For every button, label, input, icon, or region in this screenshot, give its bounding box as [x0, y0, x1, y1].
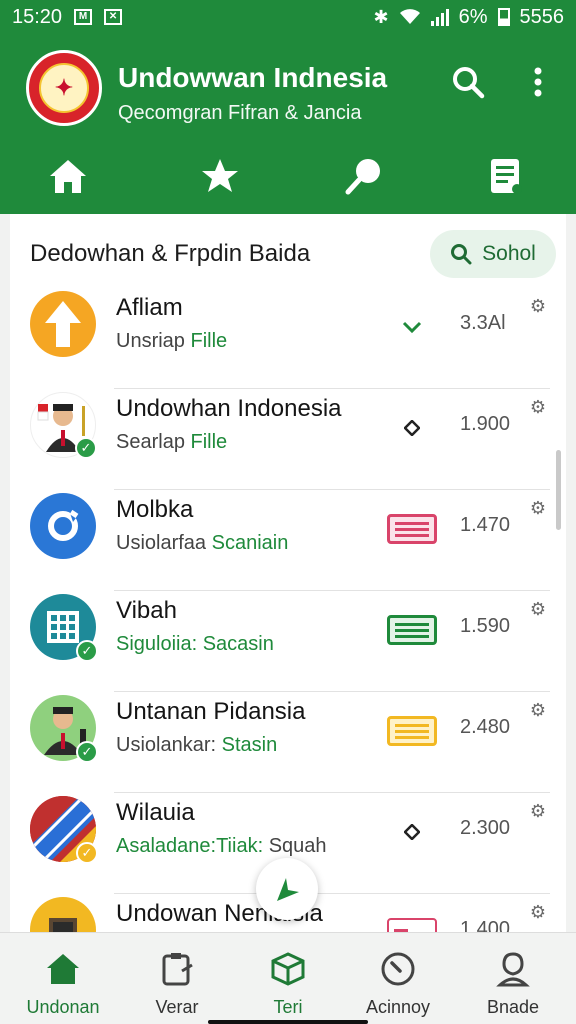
home-icon: [43, 949, 83, 989]
item-value: 1.470: [460, 514, 511, 536]
bottom-nav-bnade[interactable]: Bnade: [458, 933, 568, 1024]
document-status-icon[interactable]: [386, 918, 438, 932]
list-item[interactable]: ✓ Vibah Siguloiia: Sacasin 1.590 ⚙: [10, 591, 566, 692]
item-title: Vibah: [116, 597, 177, 624]
verified-badge-icon: ✓: [76, 640, 98, 662]
status-bar: 15:20 M ✕ ✱ 6% 5556: [0, 0, 576, 34]
item-title: Undowhan Indonesia: [116, 395, 342, 422]
item-value: 1.900: [460, 413, 511, 435]
section-title: Dedowhan & Frpdin Baida: [30, 240, 311, 267]
item-subtitle: Usiolarfaa Scaniain: [116, 532, 289, 554]
gear-icon[interactable]: ⚙: [526, 799, 550, 823]
list-item[interactable]: ✓ Undowhan Indonesia Searlap Fille 1.900…: [10, 389, 566, 490]
bottom-nav: Undonan Verar Teri Acinnoy Bnade: [0, 932, 576, 1024]
refresh-chat-icon: [30, 493, 96, 559]
item-subtitle: Asaladane:Tiiak: Squah: [116, 835, 327, 857]
bottom-nav-home[interactable]: Undonan: [8, 933, 118, 1024]
bottom-nav-verar[interactable]: Verar: [122, 933, 232, 1024]
bottom-nav-label: Acinnoy: [365, 997, 431, 1017]
item-value: 2.480: [460, 716, 511, 738]
item-subtitle: Usiolankar: Stasin: [116, 734, 278, 756]
app-subtitle: Qecomgran Fifran & Jancia: [118, 102, 362, 124]
chevron-down-icon[interactable]: [386, 312, 438, 342]
bluetooth-icon: ✱: [373, 6, 389, 27]
gear-icon[interactable]: ⚙: [526, 900, 550, 924]
item-value: 3.3Al: [460, 312, 506, 334]
item-subtitle: Searlap Fille: [116, 431, 228, 453]
keyboard-icon[interactable]: [386, 615, 438, 645]
search-button-label: Sohol: [482, 242, 536, 265]
magnifier-icon[interactable]: [342, 154, 386, 198]
stripe-logo-icon: ✓: [30, 796, 98, 864]
item-value: 1.400: [460, 918, 511, 932]
arrow-up-icon: [30, 291, 96, 357]
home-icon[interactable]: [46, 154, 90, 198]
garuda-emblem-icon: ✦: [39, 63, 89, 113]
content-panel: Dedowhan & Frpdin Baida Sohol Afliam Uns…: [10, 214, 566, 932]
item-list: Afliam Unsriap Fille 3.3Al ⚙ ✓ Undowhan …: [10, 288, 566, 932]
list-item[interactable]: Afliam Unsriap Fille 3.3Al ⚙: [10, 288, 566, 389]
search-icon[interactable]: [448, 62, 488, 102]
bottom-nav-label: Verar: [155, 997, 199, 1017]
item-value: 2.300: [460, 817, 511, 839]
signal-icon: [430, 8, 449, 26]
scrollbar[interactable]: [556, 450, 561, 530]
keyboard-icon[interactable]: [386, 716, 438, 746]
status-number: 5556: [519, 5, 565, 28]
bottom-nav-label: Undonan: [26, 997, 100, 1017]
official-portrait-icon: ✓: [30, 392, 97, 459]
person-icon: [493, 949, 533, 989]
gear-icon[interactable]: ⚙: [526, 395, 550, 419]
verified-badge-icon: ✓: [76, 842, 98, 864]
clipboard-icon: [157, 949, 197, 989]
keyboard-icon[interactable]: [386, 514, 438, 544]
cube-icon: [268, 949, 308, 989]
home-indicator: [208, 1020, 368, 1024]
star-icon[interactable]: [198, 154, 242, 198]
diamond-icon[interactable]: [386, 817, 438, 847]
item-value: 1.590: [460, 615, 511, 637]
bottom-nav-teri[interactable]: Teri: [233, 933, 343, 1024]
bottom-nav-label: Bnade: [486, 997, 540, 1017]
more-options-icon[interactable]: [520, 62, 556, 102]
verified-badge-icon: ✓: [76, 741, 98, 763]
gear-icon[interactable]: ⚙: [526, 597, 550, 621]
battery-percent: 6%: [458, 5, 488, 28]
notification-x-icon: ✕: [104, 9, 123, 25]
gear-icon[interactable]: ⚙: [526, 698, 550, 722]
gear-icon[interactable]: ⚙: [526, 496, 550, 520]
bottom-nav-acinnoy[interactable]: Acinnoy: [343, 933, 453, 1024]
item-subtitle: Siguloiia: Sacasin: [116, 633, 274, 655]
header-nav: [0, 152, 576, 202]
app-bar: ✦ Undowwan Indnesia Qecomgran Fifran & J…: [0, 34, 576, 214]
dial-icon: [378, 949, 418, 989]
navigate-fab[interactable]: [256, 858, 318, 920]
gear-icon[interactable]: ⚙: [526, 294, 550, 318]
document-icon[interactable]: [484, 154, 528, 198]
item-title: Untanan Pidansia: [116, 698, 306, 725]
item-title: Molbka: [116, 496, 194, 523]
item-title: Afliam: [116, 294, 183, 321]
official-portrait-icon: ✓: [30, 695, 98, 763]
item-subtitle: Unsriap Fille: [116, 330, 228, 352]
battery-icon: [497, 8, 510, 26]
bottom-nav-label: Teri: [273, 997, 303, 1017]
search-icon: [451, 244, 472, 265]
search-button[interactable]: Sohol: [430, 230, 556, 278]
status-time: 15:20: [12, 5, 63, 28]
navigation-arrow-icon: [277, 878, 299, 901]
diamond-icon[interactable]: [386, 413, 438, 443]
verified-badge-icon: ✓: [75, 437, 97, 459]
wifi-icon: [399, 9, 420, 24]
app-logo[interactable]: ✦: [26, 50, 102, 126]
grid-icon: ✓: [30, 594, 98, 662]
list-item[interactable]: Molbka Usiolarfaa Scaniain 1.470 ⚙: [10, 490, 566, 591]
gate-icon: [30, 897, 96, 932]
notification-m-icon: M: [74, 9, 93, 25]
item-title: Wilauia: [116, 799, 195, 826]
list-item[interactable]: ✓ Untanan Pidansia Usiolankar: Stasin 2.…: [10, 692, 566, 793]
app-title: Undowwan Indnesia: [118, 62, 388, 93]
